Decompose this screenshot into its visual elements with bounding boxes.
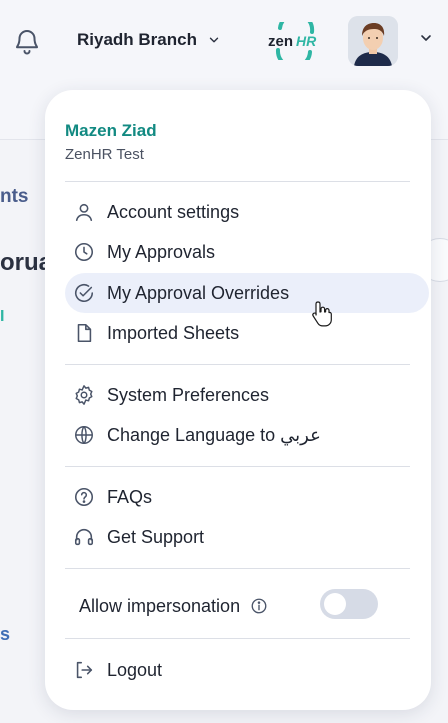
- menu-item-label: My Approvals: [107, 241, 216, 262]
- info-icon[interactable]: [250, 597, 268, 615]
- avatar[interactable]: [348, 16, 398, 66]
- divider: [65, 181, 410, 182]
- allow-impersonation-label: Allow impersonation: [79, 595, 241, 616]
- check-circle-icon: [73, 282, 95, 304]
- file-icon: [73, 322, 95, 344]
- globe-icon: [73, 424, 95, 446]
- chevron-down-icon[interactable]: [418, 30, 434, 46]
- menu-item-logout[interactable]: Logout: [65, 650, 429, 690]
- menu-item-label: FAQs: [107, 486, 153, 507]
- branch-label: Riyadh Branch: [77, 30, 197, 49]
- menu-item-label: System Preferences: [107, 384, 270, 405]
- profile-dropdown-menu: Mazen Ziad ZenHR Test Account settings M…: [45, 90, 431, 710]
- divider: [65, 364, 410, 365]
- hand-pointer-cursor-icon: [312, 301, 332, 327]
- menu-item-my-approvals[interactable]: My Approvals: [65, 232, 429, 272]
- user-icon: [73, 201, 95, 223]
- divider: [65, 568, 410, 569]
- menu-item-label: My Approval Overrides: [107, 282, 290, 303]
- menu-item-account-settings[interactable]: Account settings: [65, 192, 429, 232]
- svg-text:zen: zen: [268, 33, 293, 50]
- branch-selector[interactable]: Riyadh Branch: [77, 30, 221, 50]
- svg-text:HR: HR: [296, 33, 317, 49]
- background-text-fragment: nts: [0, 186, 29, 207]
- menu-item-change-language[interactable]: Change Language to عربي: [65, 415, 429, 455]
- bell-icon[interactable]: [12, 26, 42, 56]
- menu-item-label: Account settings: [107, 201, 240, 222]
- menu-item-my-approval-overrides[interactable]: My Approval Overrides: [65, 273, 429, 313]
- menu-item-label: Get Support: [107, 526, 205, 547]
- allow-impersonation-toggle[interactable]: [320, 589, 378, 619]
- background-text-fragment: s: [0, 624, 11, 644]
- chevron-down-icon: [209, 37, 219, 43]
- help-circle-icon: [73, 486, 95, 508]
- clock-icon: [73, 241, 95, 263]
- gear-icon: [73, 384, 95, 406]
- zenhr-logo: zen HR: [268, 22, 317, 60]
- toggle-knob: [324, 593, 346, 615]
- menu-item-system-preferences[interactable]: System Preferences: [65, 375, 429, 415]
- menu-item-label: Imported Sheets: [107, 322, 240, 343]
- menu-item-label: Logout: [107, 659, 163, 680]
- menu-item-label: Change Language to عربي: [107, 424, 321, 445]
- user-name: Mazen Ziad: [65, 121, 157, 140]
- background-text-fragment: I: [0, 308, 5, 325]
- menu-item-get-support[interactable]: Get Support: [65, 517, 429, 557]
- divider: [65, 466, 410, 467]
- headphones-icon: [73, 526, 95, 548]
- menu-item-faqs[interactable]: FAQs: [65, 477, 429, 517]
- user-company: ZenHR Test: [65, 146, 144, 163]
- menu-item-imported-sheets[interactable]: Imported Sheets: [65, 313, 429, 353]
- logout-icon: [73, 659, 95, 681]
- divider: [65, 638, 410, 639]
- user-avatar-image: [348, 16, 398, 66]
